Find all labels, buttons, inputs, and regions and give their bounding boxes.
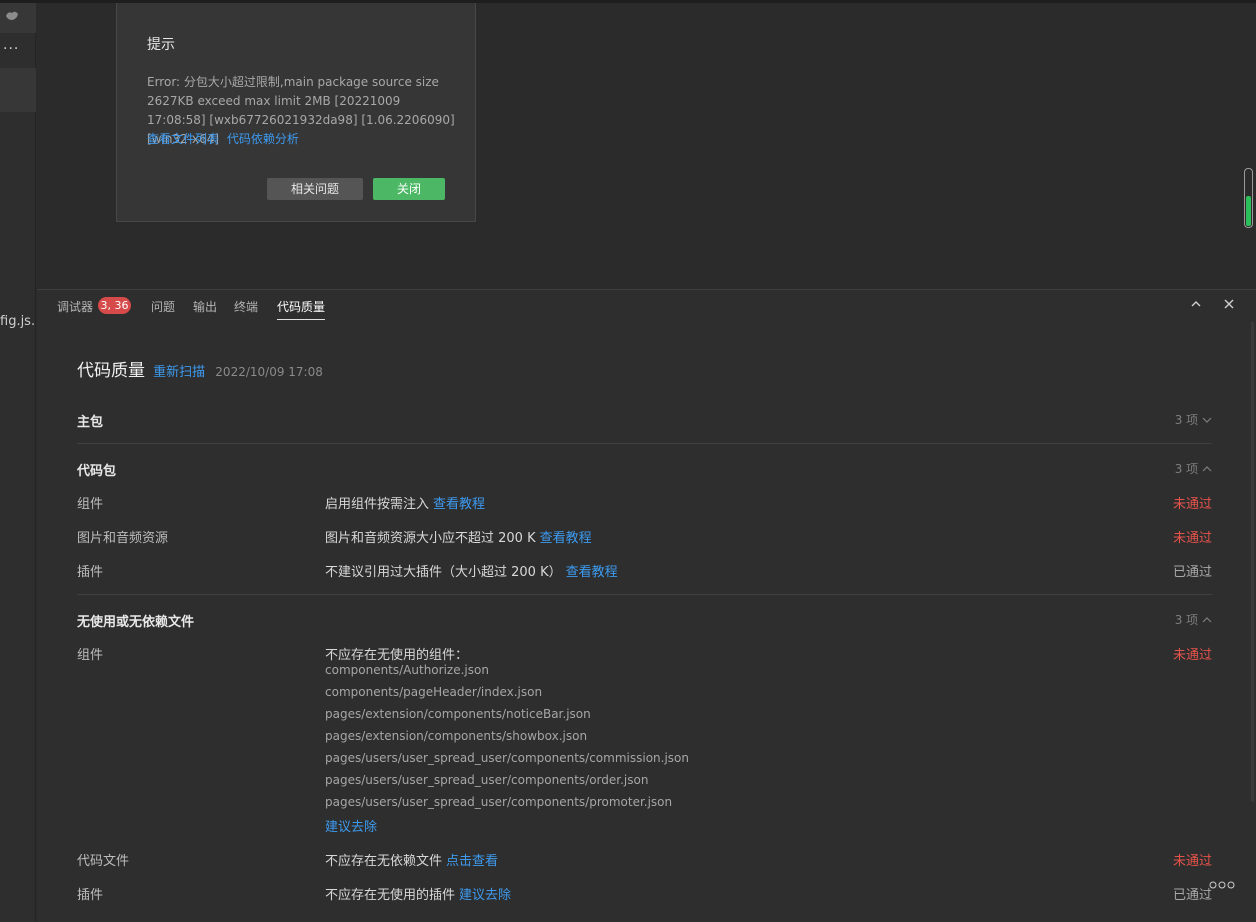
row-name: 组件 — [77, 648, 104, 663]
status-badge: 未通过 — [1172, 531, 1212, 546]
divider — [77, 594, 1212, 595]
file-tab-label[interactable]: fig.js... — [0, 314, 36, 329]
tutorial-link[interactable]: 查看教程 — [433, 497, 485, 512]
scan-timestamp: 2022/10/09 17:08 — [215, 365, 323, 379]
section-name: 无使用或无依赖文件 — [77, 615, 195, 630]
row-name: 代码文件 — [77, 854, 130, 869]
unused-file-item: components/pageHeader/index.json — [325, 685, 543, 699]
related-issues-button[interactable]: 相关问题 — [267, 178, 363, 200]
section-name: 主包 — [77, 415, 104, 430]
row-description: 图片和音频资源大小应不超过 200 K 查看教程 — [325, 531, 592, 546]
bottom-panel: 调试器 3, 36 问题 输出 终端 代码质量 代码质量 重新扫描 2022/1… — [37, 289, 1256, 922]
panel-scrollbar[interactable] — [1251, 322, 1254, 802]
section-code-package[interactable]: 代码包 3 项 — [77, 460, 1212, 480]
tab-debugger[interactable]: 调试器 — [57, 298, 93, 320]
page-title: 代码质量 — [77, 361, 145, 381]
chevron-down-icon — [1202, 417, 1212, 423]
status-badge: 已通过 — [1172, 565, 1212, 580]
app-logo-icon — [4, 9, 22, 23]
rescan-link[interactable]: 重新扫描 — [153, 365, 205, 380]
tutorial-link[interactable]: 查看教程 — [566, 565, 618, 580]
code-dependency-link[interactable]: 代码依赖分析 — [227, 132, 299, 146]
unused-file-item: pages/users/user_spread_user/components/… — [325, 795, 673, 809]
status-badge: 未通过 — [1172, 648, 1212, 663]
tutorial-link[interactable]: 查看教程 — [540, 531, 592, 546]
section-name: 代码包 — [77, 464, 117, 479]
section-count: 3 项 — [1175, 611, 1212, 628]
section-main-package[interactable]: 主包 3 项 — [77, 411, 1212, 431]
collapse-panel-icon[interactable] — [1190, 296, 1202, 314]
left-sidebar: ... fig.js... — [0, 3, 36, 922]
row-description: 不应存在无依赖文件 点击查看 — [325, 854, 499, 869]
simulator-scroll-indicator[interactable] — [1244, 168, 1253, 228]
tab-terminal[interactable]: 终端 — [234, 298, 258, 320]
panel-tabs: 调试器 3, 36 问题 输出 终端 代码质量 — [37, 290, 1256, 322]
row-description: 启用组件按需注入 查看教程 — [325, 497, 486, 512]
row-description: 不应存在无使用的组件： — [325, 648, 469, 663]
chevron-up-icon — [1202, 466, 1212, 472]
unused-file-item: pages/extension/components/noticeBar.jso… — [325, 707, 591, 721]
tab-issues[interactable]: 问题 — [151, 298, 175, 320]
unused-file-item: pages/users/user_spread_user/components/… — [325, 751, 689, 765]
row-name: 插件 — [77, 888, 104, 903]
tab-output[interactable]: 输出 — [193, 298, 217, 320]
divider — [77, 443, 1212, 444]
section-count: 3 项 — [1175, 411, 1212, 428]
section-count: 3 项 — [1175, 460, 1212, 477]
section-unused-files[interactable]: 无使用或无依赖文件 3 项 — [77, 611, 1212, 631]
corner-logo-icon — [1208, 880, 1236, 893]
unused-file-item: components/Authorize.json — [325, 663, 489, 677]
row-name: 插件 — [77, 565, 104, 580]
status-badge: 未通过 — [1172, 854, 1212, 869]
row-name: 图片和音频资源 — [77, 531, 169, 546]
error-count-badge: 3, 36 — [98, 297, 131, 314]
row-description: 不建议引用过大插件（大小超过 200 K） 查看教程 — [325, 565, 618, 580]
status-badge: 未通过 — [1172, 497, 1212, 512]
scroll-fill — [1246, 196, 1251, 226]
error-dialog: 提示 Error: 分包大小超过限制,main package source s… — [116, 3, 476, 222]
dialog-links: 查看文件列表 代码依赖分析 — [147, 130, 303, 147]
row-description: 不应存在无使用的插件 建议去除 — [325, 888, 512, 903]
more-icon[interactable]: ... — [3, 37, 19, 53]
sidebar-cell[interactable] — [0, 3, 36, 33]
suggest-remove-link[interactable]: 建议去除 — [325, 816, 377, 835]
tab-code-quality[interactable]: 代码质量 — [277, 298, 326, 320]
view-file-list-link[interactable]: 查看文件列表 — [147, 132, 219, 146]
unused-file-item: pages/users/user_spread_user/components/… — [325, 773, 649, 787]
quality-header: 代码质量 重新扫描 2022/10/09 17:08 — [77, 356, 323, 381]
chevron-up-icon — [1202, 617, 1212, 623]
close-button[interactable]: 关闭 — [373, 178, 445, 200]
unused-file-item: pages/extension/components/showbox.json — [325, 729, 588, 743]
status-badge: 已通过 — [1172, 888, 1212, 903]
sidebar-selected-item[interactable] — [0, 68, 36, 112]
suggest-remove-link[interactable]: 建议去除 — [459, 888, 511, 903]
view-link[interactable]: 点击查看 — [446, 854, 498, 869]
close-panel-icon[interactable] — [1223, 296, 1235, 314]
dialog-title: 提示 — [147, 37, 175, 53]
row-name: 组件 — [77, 497, 104, 512]
